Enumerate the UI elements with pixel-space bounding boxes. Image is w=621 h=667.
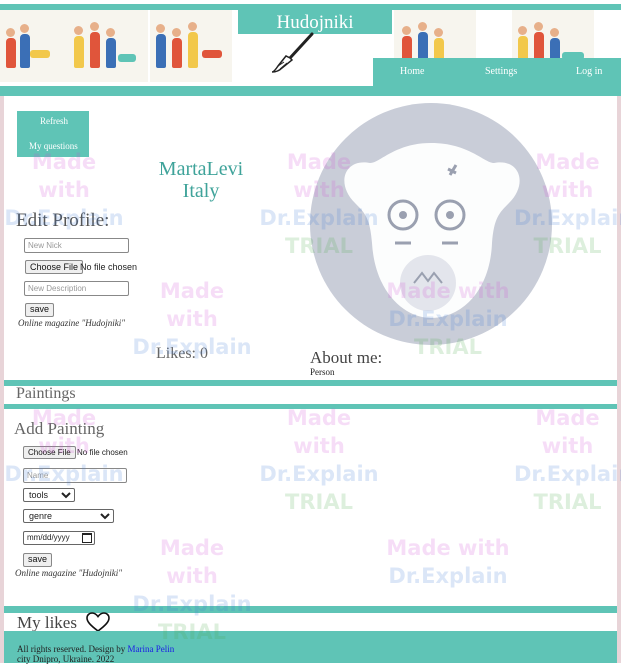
painting-no-file-label: No file chosen (77, 448, 128, 457)
profile-save-button[interactable]: save (25, 303, 55, 317)
refresh-button[interactable]: Refresh (40, 116, 68, 126)
banner-illustration (150, 10, 232, 82)
my-likes-heading: My likes (17, 613, 77, 632)
profile-country: Italy (182, 180, 220, 202)
profile-name: MartaLevi (158, 158, 244, 180)
nav-home[interactable]: Home (400, 66, 424, 77)
new-description-input[interactable] (24, 281, 129, 296)
painting-name-input[interactable] (23, 468, 127, 483)
heart-outline-icon[interactable] (86, 612, 110, 633)
nav-login[interactable]: Log in (576, 66, 602, 77)
painting-choose-file-button[interactable]: Choose File (23, 446, 76, 459)
footer-rights: All rights reserved. Design by (17, 644, 126, 654)
profile-name-block: MartaLevi Italy (150, 158, 252, 202)
default-avatar-icon (310, 103, 552, 345)
footer-city: city Dnipro, Ukraine. 2022 (17, 654, 115, 664)
date-placeholder: mm/dd/yyyy (27, 533, 70, 542)
nav-settings[interactable]: Settings (485, 66, 517, 77)
right-edge-strip (617, 96, 621, 663)
header-divider (0, 86, 621, 96)
paintbrush-icon (271, 32, 314, 73)
my-questions-button[interactable]: My questions (29, 141, 78, 151)
footer-rights-line: All rights reserved. Design by Marina Pe… (17, 644, 174, 654)
likes-count: Likes: 0 (156, 345, 208, 362)
footer-text: All rights reserved. Design by Marina Pe… (17, 644, 174, 664)
new-nick-input[interactable] (24, 238, 129, 253)
tools-select[interactable]: tools (23, 488, 75, 502)
magazine-caption: Online magazine "Hudojniki" (15, 568, 123, 578)
about-me-value: Person (310, 367, 335, 377)
designer-link[interactable]: Marina Pelin (127, 644, 174, 654)
site-title: Hudojniki (276, 12, 354, 33)
genre-select[interactable]: genre (23, 509, 114, 523)
calendar-icon[interactable] (82, 533, 92, 543)
section-divider (4, 380, 617, 386)
add-painting-heading: Add Painting (14, 419, 105, 438)
magazine-caption: Online magazine "Hudojniki" (18, 318, 126, 328)
banner-illustration (66, 10, 148, 82)
edit-profile-heading: Edit Profile: (16, 210, 110, 231)
paintings-heading: Paintings (16, 385, 76, 402)
painting-save-button[interactable]: save (23, 553, 53, 567)
about-me-heading: About me: (310, 348, 383, 367)
profile-no-file-label: No file chosen (80, 262, 138, 272)
profile-choose-file-button[interactable]: Choose File (25, 260, 84, 274)
